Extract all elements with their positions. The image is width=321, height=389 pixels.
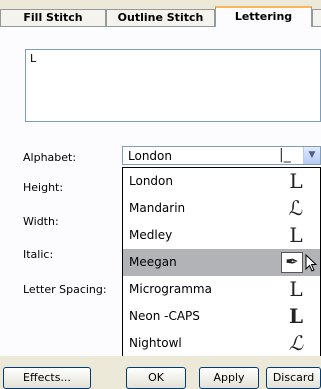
list-item[interactable]: Microgramma L <box>123 276 320 303</box>
height-label: Height: <box>23 181 64 194</box>
chevron-down-icon[interactable]: ▼ <box>303 147 320 164</box>
list-item[interactable]: Nightowl ℒ <box>123 330 320 357</box>
font-preview-glyph: ✒ <box>285 252 299 271</box>
list-item-label: London <box>129 174 173 188</box>
alphabet-preview-glyph: |_ <box>279 147 291 163</box>
list-item-label: Mandarin <box>129 201 186 215</box>
mouse-pointer-icon <box>305 254 318 272</box>
lettering-text-input[interactable]: L <box>25 49 321 122</box>
italic-label: Italic: <box>23 248 54 261</box>
list-item-selected[interactable]: Meegan ✒ <box>123 249 320 276</box>
tab-overflow[interactable] <box>312 9 321 26</box>
font-preview-glyph: L <box>289 277 303 301</box>
tab-lettering[interactable]: Lettering <box>215 6 312 27</box>
font-preview-glyph: ℒ <box>288 196 304 220</box>
font-preview-glyph: L <box>289 223 303 247</box>
alphabet-select-value: London <box>128 149 172 163</box>
list-item[interactable]: Neon -CAPS L <box>123 303 320 330</box>
letter-spacing-label: Letter Spacing: <box>23 283 107 296</box>
alphabet-label: Alphabet: <box>23 151 77 164</box>
alphabet-select[interactable]: London |_ ▼ <box>122 146 321 165</box>
list-item[interactable]: Medley L <box>123 222 320 249</box>
width-label: Width: <box>23 215 59 228</box>
apply-button[interactable]: Apply <box>199 367 259 389</box>
tab-strip: Fill Stitch Outline Stitch Lettering <box>0 0 321 27</box>
list-item[interactable]: Mandarin ℒ <box>123 195 320 222</box>
font-preview-glyph: L <box>288 304 304 328</box>
effects-button[interactable]: Effects... <box>3 367 91 389</box>
font-preview-glyph: L <box>289 169 303 193</box>
tab-outline-stitch[interactable]: Outline Stitch <box>106 9 215 26</box>
list-item-label: Meegan <box>129 255 177 269</box>
alphabet-dropdown-list[interactable]: London L Mandarin ℒ Medley L Meegan ✒ Mi… <box>122 167 321 363</box>
font-preview-glyph: ℒ <box>288 331 304 355</box>
list-item[interactable]: London L <box>123 168 320 195</box>
list-item-label: Neon -CAPS <box>129 309 200 323</box>
list-item-label: Nightowl <box>129 336 182 350</box>
discard-button[interactable]: Discard <box>266 367 321 389</box>
ok-button[interactable]: OK <box>126 367 186 389</box>
list-item-label: Medley <box>129 228 173 242</box>
dialog-button-bar: Effects... OK Apply Discard <box>0 356 321 389</box>
tab-fill-stitch[interactable]: Fill Stitch <box>0 9 106 26</box>
list-item-label: Microgramma <box>129 282 212 296</box>
